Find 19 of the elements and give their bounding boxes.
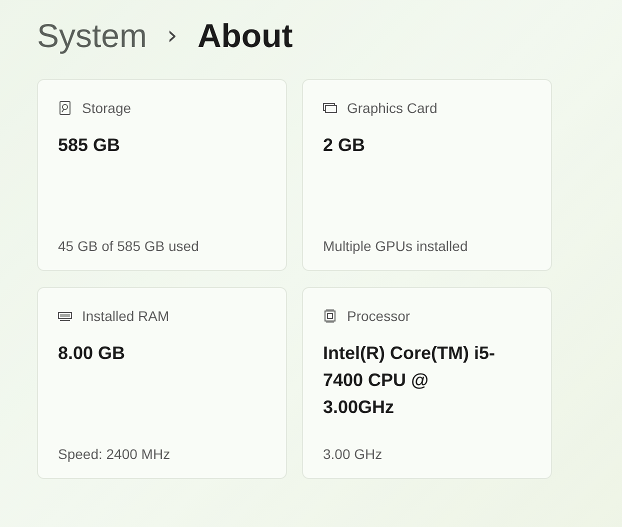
spec-label: Storage bbox=[82, 100, 132, 116]
page-title: About bbox=[197, 17, 293, 55]
spec-detail: 3.00 GHz bbox=[323, 446, 384, 462]
spec-detail: Multiple GPUs installed bbox=[323, 238, 469, 254]
breadcrumb-separator: › bbox=[167, 21, 178, 51]
spec-value: Intel(R) Core(TM) i5-7400 CPU @ 3.00GHz bbox=[323, 342, 496, 419]
chip-icon bbox=[323, 309, 337, 323]
spec-value: 2 GB bbox=[323, 134, 366, 157]
spec-label: Installed RAM bbox=[82, 308, 170, 324]
spec-value: 585 GB bbox=[58, 134, 122, 157]
spec-detail: 45 GB of 585 GB used bbox=[58, 238, 200, 254]
hard-drive-icon bbox=[58, 101, 72, 115]
breadcrumb-parent[interactable]: System bbox=[37, 17, 148, 55]
memory-icon bbox=[58, 311, 72, 321]
spec-label: Graphics Card bbox=[347, 100, 438, 116]
spec-detail: Speed: 2400 MHz bbox=[58, 446, 172, 462]
graphics-card-icon bbox=[323, 101, 337, 115]
spec-value: 8.00 GB bbox=[58, 342, 126, 365]
spec-label: Processor bbox=[347, 308, 410, 324]
